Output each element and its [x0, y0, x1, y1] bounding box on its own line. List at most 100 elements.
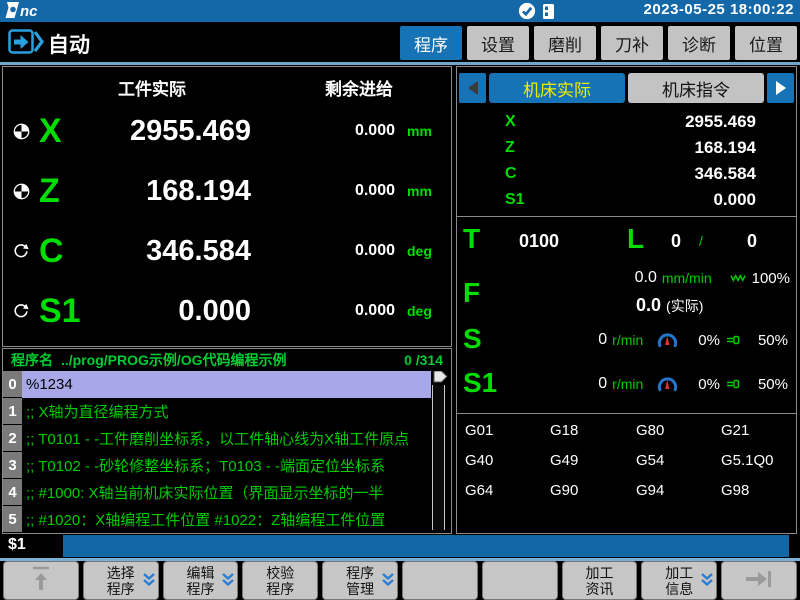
spindle-gauge-icon	[657, 332, 678, 348]
softkey-label: 选择	[107, 565, 135, 581]
program-line: 2 ;; T0101 - -工件磨削坐标系，以工件轴心线为X轴工件原点	[3, 425, 451, 452]
softkey-label: 资讯	[585, 581, 613, 597]
line-text: %1234	[22, 371, 431, 398]
axis-remaining-value: 0.000	[251, 302, 395, 320]
tab-scroll-right-icon[interactable]	[767, 73, 794, 103]
title-bar: 自动 程序 设置 磨削 刀补 诊断 位置	[0, 22, 800, 62]
datetime-display: 2023-05-25 18:00:22	[644, 1, 794, 18]
tab-position[interactable]: 位置	[734, 25, 798, 61]
tool-label: T	[463, 225, 480, 253]
softkey-program-manage[interactable]: 程序 管理	[322, 561, 398, 600]
axis-actual-value: 346.584	[103, 235, 251, 268]
line-text: ;; T0101 - -工件磨削坐标系，以工件轴心线为X轴工件原点	[22, 425, 431, 452]
auto-mode-icon	[8, 29, 44, 60]
line-text: ;; X轴为直径编程方式	[22, 398, 431, 425]
tab-diagnosis[interactable]: 诊断	[667, 25, 731, 61]
page-right-icon	[744, 568, 774, 593]
machine-coord-row: Z 168.194	[457, 135, 796, 161]
position-icon	[3, 123, 39, 140]
spindle-row-s: S 0 r/min 0%	[457, 321, 796, 365]
coord-value: 346.584	[547, 164, 756, 184]
tool-feed-spindle-section: T 0100 L 0 / 0 F 0.0 mm/min 100% 0.0 (实际…	[457, 217, 796, 413]
program-line: 4 ;; #1000: X轴当前机床实际位置（界面显示坐标的一半	[3, 479, 451, 506]
softkey-empty-2[interactable]	[482, 561, 558, 600]
softkey-page-right[interactable]	[721, 561, 797, 600]
coord-axis: X	[505, 113, 547, 131]
tab-tool-comp[interactable]: 刀补	[600, 25, 664, 61]
tab-program[interactable]: 程序	[399, 25, 463, 61]
coord-value: 2955.469	[547, 112, 756, 132]
machine-coord-row: S1 0.000	[457, 187, 796, 213]
program-line: 1 ;; X轴为直径编程方式	[3, 398, 451, 425]
axis-name: C	[39, 234, 103, 268]
softkey-machining-message[interactable]: 加工 信息	[641, 561, 717, 600]
gcode: G54	[636, 452, 721, 482]
tab-grinding[interactable]: 磨削	[533, 25, 597, 61]
main-tab-bar: 程序 设置 磨削 刀补 诊断 位置	[399, 25, 798, 61]
command-input[interactable]	[63, 535, 789, 557]
softkey-empty-1[interactable]	[402, 561, 478, 600]
tab-machine-command[interactable]: 机床指令	[628, 73, 764, 103]
storage-icon	[543, 4, 554, 24]
softkey-page-up[interactable]	[3, 561, 79, 600]
col-remaining-feed: 剩余进给	[325, 75, 393, 100]
line-text: ;; T0102 - -砂轮修整坐标系；T0103 - -端面定位坐标系	[22, 452, 431, 479]
tab-scroll-left-icon[interactable]	[459, 73, 486, 103]
line-text: ;; #1000: X轴当前机床实际位置（界面显示坐标的一半	[22, 479, 431, 506]
feed-override-value: 100%	[752, 270, 790, 287]
softkey-label: 校验	[266, 565, 294, 581]
spindle-override-value: 50%	[758, 376, 788, 393]
softkey-label: 加工	[665, 565, 693, 581]
coord-value: 0.000	[547, 190, 756, 210]
line-text: ;; #1020：X轴编程工件位置 #1022：Z轴编程工件位置	[22, 506, 431, 533]
program-path: ../prog/PROG示例/OG代码编程示例	[61, 350, 400, 370]
gcode: G18	[550, 422, 636, 452]
tab-machine-actual[interactable]: 机床实际	[489, 73, 625, 103]
softkey-label: 加工	[585, 565, 613, 581]
mode-label: 自动	[48, 29, 90, 59]
spindle-speed-value: 0	[598, 331, 607, 349]
axis-remaining-value: 0.000	[251, 122, 395, 140]
separator-line	[0, 62, 800, 65]
spindle-label: S1	[463, 369, 497, 397]
softkey-machining-info[interactable]: 加工 资讯	[562, 561, 638, 600]
softkey-edit-program[interactable]: 编辑 程序	[163, 561, 239, 600]
feed-rate-row: 0.0 mm/min 100%	[635, 269, 790, 287]
line-number: 5	[3, 506, 22, 533]
softkey-label: 程序	[186, 581, 214, 597]
chevron-down-icon	[382, 572, 394, 590]
program-scrollbar[interactable]	[432, 385, 445, 530]
position-icon	[3, 183, 39, 200]
gcode: G64	[465, 482, 550, 512]
gcode: G49	[550, 452, 636, 482]
coord-axis: C	[505, 165, 547, 183]
program-line-counter: 0 /314	[404, 352, 443, 368]
tab-settings[interactable]: 设置	[466, 25, 530, 61]
feed-unit: mm/min	[662, 270, 712, 286]
svg-text:nc: nc	[20, 3, 38, 20]
gcode: G98	[721, 482, 796, 512]
feed-actual-row: 0.0 (实际)	[636, 295, 703, 316]
chevron-down-icon	[143, 572, 155, 590]
spindle-speed-unit: r/min	[612, 332, 643, 348]
gcode: G5.1Q0	[721, 452, 796, 482]
page-up-icon	[28, 565, 54, 596]
scroll-position-marker-icon[interactable]	[433, 371, 448, 388]
line-number: 1	[3, 398, 22, 425]
softkey-select-program[interactable]: 选择 程序	[83, 561, 159, 600]
program-panel: 程序名 ../prog/PROG示例/OG代码编程示例 0 /314 0 %12…	[2, 348, 452, 534]
program-line: 3 ;; T0102 - -砂轮修整坐标系；T0103 - -端面定位坐标系	[3, 452, 451, 479]
machine-coordinates: X 2955.469 Z 168.194 C 346.584 S1 0.000	[457, 109, 796, 216]
tool-length-current: 0	[671, 231, 681, 252]
softkey-bar: 选择 程序 编辑 程序 校验 程序 程序 管理	[0, 561, 800, 600]
spindle-speed-unit: r/min	[612, 376, 643, 392]
program-header: 程序名 ../prog/PROG示例/OG代码编程示例 0 /314	[3, 349, 451, 371]
rotation-icon	[3, 243, 39, 259]
axis-unit: mm	[395, 183, 451, 199]
axis-row-c: C 346.584 0.000 deg	[3, 223, 451, 279]
feed-actual-value: 0.0	[636, 295, 661, 316]
axis-row-x: X 2955.469 0.000 mm	[3, 103, 451, 159]
axis-name: X	[39, 114, 103, 148]
program-line-current: 0 %1234	[3, 371, 451, 398]
softkey-verify-program[interactable]: 校验 程序	[242, 561, 318, 600]
